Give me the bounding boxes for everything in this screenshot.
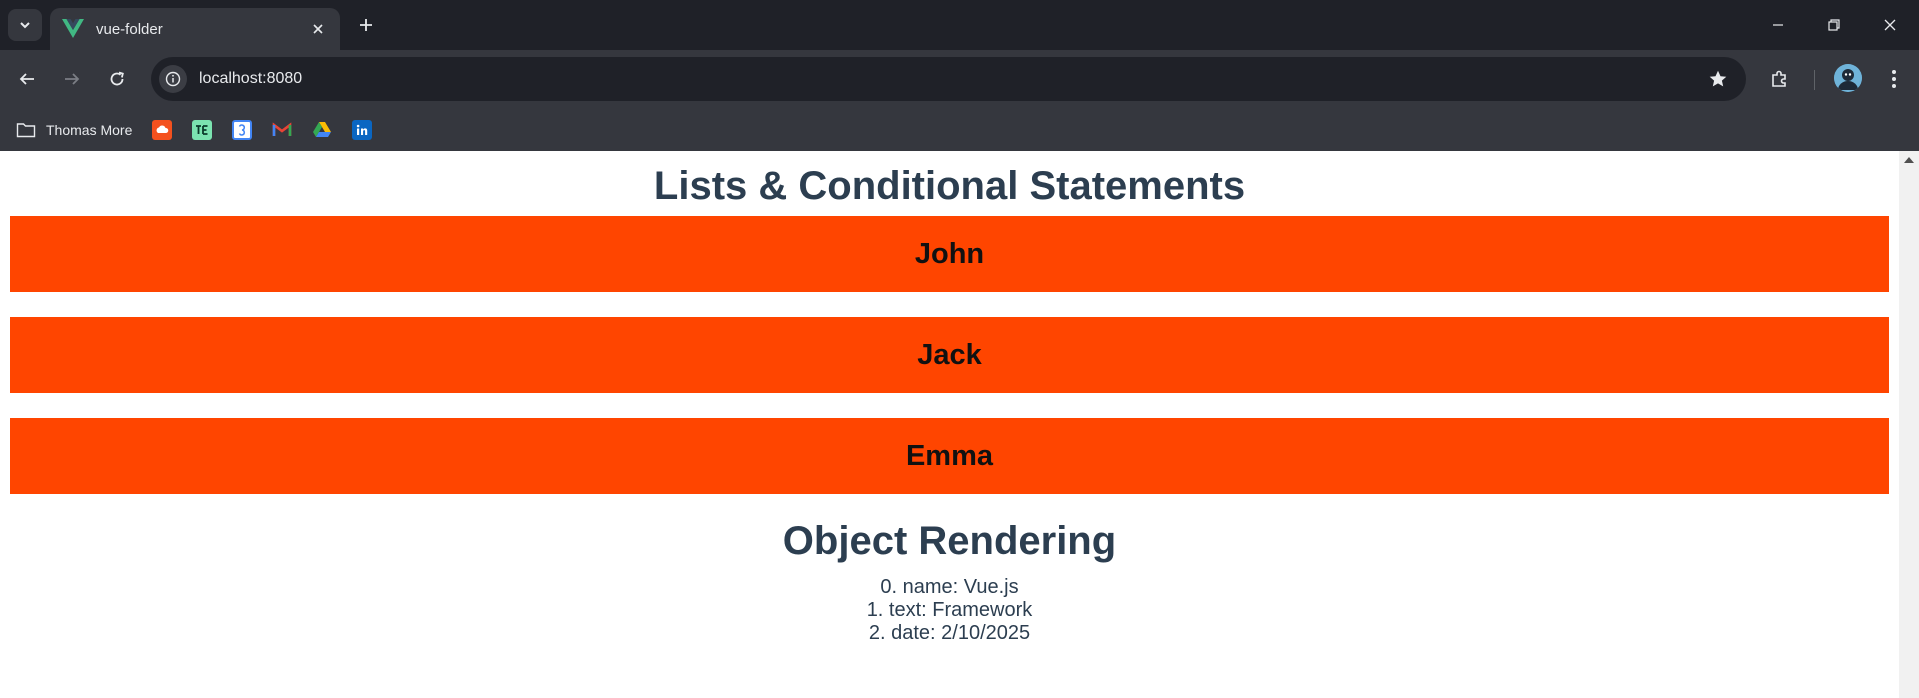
scroll-up-arrow-icon[interactable] [1904, 157, 1914, 163]
gmail-icon [273, 121, 292, 136]
tab-strip: vue-folder [0, 0, 1919, 50]
back-button[interactable] [13, 65, 41, 93]
bookmark-drive[interactable] [312, 120, 332, 140]
arrow-right-icon [65, 73, 80, 85]
bookmark-folder-label: Thomas More [46, 121, 133, 138]
reload-button[interactable] [103, 65, 131, 93]
bookmark-te[interactable] [192, 119, 213, 140]
new-tab-button[interactable] [353, 12, 379, 38]
object-entries-list: 0. name: Vue.js 1. text: Framework 2. da… [0, 576, 1899, 645]
vue-logo-icon [62, 18, 84, 40]
active-tab[interactable]: vue-folder [50, 8, 340, 50]
chevron-down-icon [20, 22, 30, 29]
restore-icon [1828, 19, 1840, 31]
folder-icon [16, 122, 36, 137]
close-icon [1884, 19, 1896, 31]
avatar-icon [1834, 64, 1862, 92]
bookmarks-bar: Thomas More [0, 108, 1919, 151]
kebab-menu-icon [1892, 70, 1896, 88]
url-text[interactable]: localhost:8080 [199, 70, 1704, 88]
toolbar-divider [1814, 70, 1815, 90]
bookmark-cloud[interactable] [152, 119, 173, 140]
object-entry: 0. name: Vue.js [880, 576, 1019, 598]
puzzle-icon [1772, 70, 1786, 87]
person-list: John Jack Emma [0, 216, 1899, 494]
calendar-icon [239, 123, 246, 136]
page-title: Lists & Conditional Statements [653, 164, 1246, 208]
browser-menu-button[interactable] [1880, 65, 1908, 93]
object-rendering-title: Object Rendering [782, 519, 1117, 563]
tab-title: vue-folder [96, 20, 163, 38]
person-card: Jack [10, 317, 1889, 393]
site-info-icon[interactable] [159, 65, 187, 93]
address-bar[interactable]: localhost:8080 [151, 57, 1746, 101]
extensions-button[interactable] [1766, 65, 1794, 93]
tab-close-icon[interactable] [308, 19, 328, 39]
person-name: John [914, 237, 985, 270]
browser-window: vue-folder localhost:8080 Thomas More Li… [0, 0, 1919, 698]
plus-icon [360, 19, 372, 31]
tab-search-button[interactable] [8, 9, 42, 41]
minimize-button[interactable] [1750, 0, 1806, 50]
bookmark-calendar[interactable] [232, 119, 253, 140]
person-card: Emma [10, 418, 1889, 494]
profile-avatar[interactable] [1834, 64, 1862, 92]
bookmark-folder-thomas-more[interactable]: Thomas More [16, 122, 132, 138]
bookmark-linkedin[interactable] [352, 119, 373, 140]
bookmark-star-icon[interactable] [1704, 65, 1732, 93]
object-entry: 1. text: Framework [866, 599, 1033, 621]
minimize-icon [1773, 24, 1783, 26]
reload-icon [110, 71, 124, 86]
bookmark-gmail[interactable] [272, 120, 292, 140]
cloud-icon [156, 125, 169, 133]
app-root: Lists & Conditional Statements John Jack… [0, 151, 1899, 645]
object-entry: 2. date: 2/10/2025 [868, 622, 1031, 644]
arrow-left-icon [19, 73, 34, 85]
te-icon [196, 124, 208, 135]
person-card: John [10, 216, 1889, 292]
page-scrollbar[interactable] [1899, 151, 1919, 698]
restore-button[interactable] [1806, 0, 1862, 50]
close-window-button[interactable] [1862, 0, 1918, 50]
toolbar: localhost:8080 [0, 50, 1919, 108]
person-name: Jack [917, 338, 982, 371]
forward-button[interactable] [58, 65, 86, 93]
linkedin-icon [357, 124, 368, 135]
page-viewport: Lists & Conditional Statements John Jack… [0, 151, 1919, 698]
drive-icon [313, 121, 332, 137]
person-name: Emma [905, 439, 994, 472]
